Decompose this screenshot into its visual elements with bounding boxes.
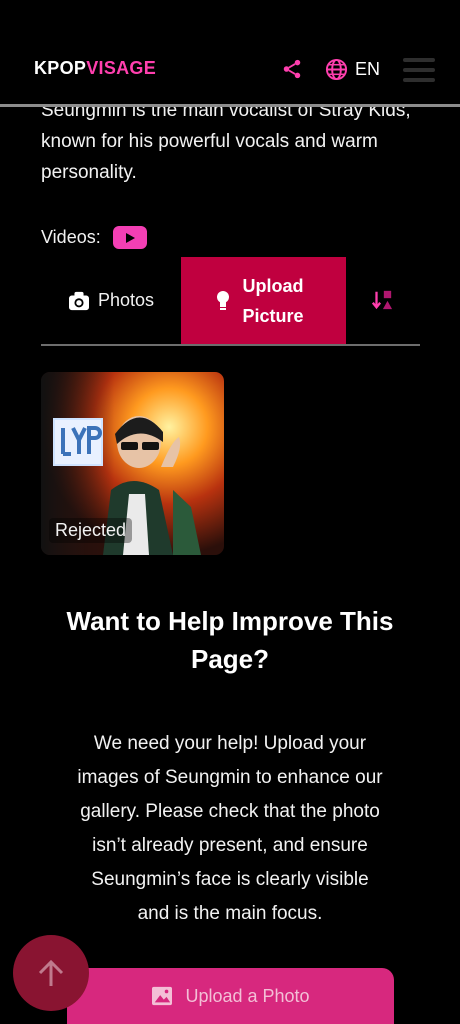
help-text-line: Seungmin’s face is clearly visible bbox=[91, 869, 369, 890]
sort-icon[interactable] bbox=[371, 289, 393, 311]
camera-icon bbox=[68, 291, 89, 310]
help-text-line: isn’t already present, and ensure bbox=[92, 835, 368, 856]
help-text-line: and is the main focus. bbox=[137, 903, 323, 924]
bio-line: known for his powerful vocals and warm bbox=[41, 131, 378, 152]
share-icon[interactable] bbox=[281, 58, 303, 80]
help-text-line: We need your help! Upload your bbox=[93, 733, 367, 754]
help-text-line: gallery. Please check that the photo bbox=[80, 801, 380, 822]
header-divider bbox=[0, 104, 460, 107]
bio-line: personality. bbox=[41, 162, 137, 183]
tab-upload-label: Upload Picture bbox=[243, 271, 313, 331]
videos-row: Videos: bbox=[41, 226, 147, 249]
arrow-up-icon bbox=[38, 959, 64, 986]
photo-status-badge: Rejected bbox=[49, 518, 133, 543]
artist-bio: Seungmin is the main vocalist of Stray K… bbox=[41, 95, 421, 188]
language-selector[interactable]: EN bbox=[355, 59, 380, 80]
gallery-photo-card[interactable]: Rejected bbox=[41, 372, 224, 555]
upload-photo-button[interactable]: Upload a Photo bbox=[67, 968, 394, 1024]
hamburger-menu-icon[interactable] bbox=[403, 58, 435, 82]
help-text-line: images of Seungmin to enhance our bbox=[77, 767, 383, 788]
top-header: KPOPVISAGE EN bbox=[0, 0, 460, 106]
youtube-play-icon[interactable] bbox=[112, 226, 147, 249]
videos-label: Videos: bbox=[41, 227, 101, 247]
logo-text-primary: KPOP bbox=[34, 58, 87, 78]
tab-upload-label-line: Upload bbox=[242, 275, 304, 296]
gallery-tabs: Photos Upload Picture bbox=[41, 257, 420, 344]
tab-upload-label-line: Picture bbox=[242, 305, 304, 326]
lightbulb-icon bbox=[216, 290, 229, 310]
upload-photo-label: Upload a Photo bbox=[185, 985, 310, 1006]
scroll-to-top-button[interactable] bbox=[13, 935, 89, 1011]
site-logo[interactable]: KPOPVISAGE bbox=[34, 58, 156, 79]
image-icon bbox=[152, 986, 173, 1006]
tab-photos-label: Photos bbox=[97, 290, 155, 310]
tabs-divider bbox=[41, 344, 420, 346]
help-heading-line: Page? bbox=[190, 644, 270, 674]
help-heading: Want to Help Improve This Page? bbox=[40, 602, 420, 678]
globe-icon[interactable] bbox=[325, 58, 348, 81]
help-description: We need your help! Upload your images of… bbox=[48, 727, 412, 931]
help-heading-line: Want to Help Improve This bbox=[66, 606, 394, 636]
tab-upload-picture[interactable]: Upload Picture bbox=[181, 257, 346, 344]
logo-text-accent: VISAGE bbox=[86, 58, 157, 78]
tab-photos[interactable]: Photos bbox=[41, 257, 181, 344]
